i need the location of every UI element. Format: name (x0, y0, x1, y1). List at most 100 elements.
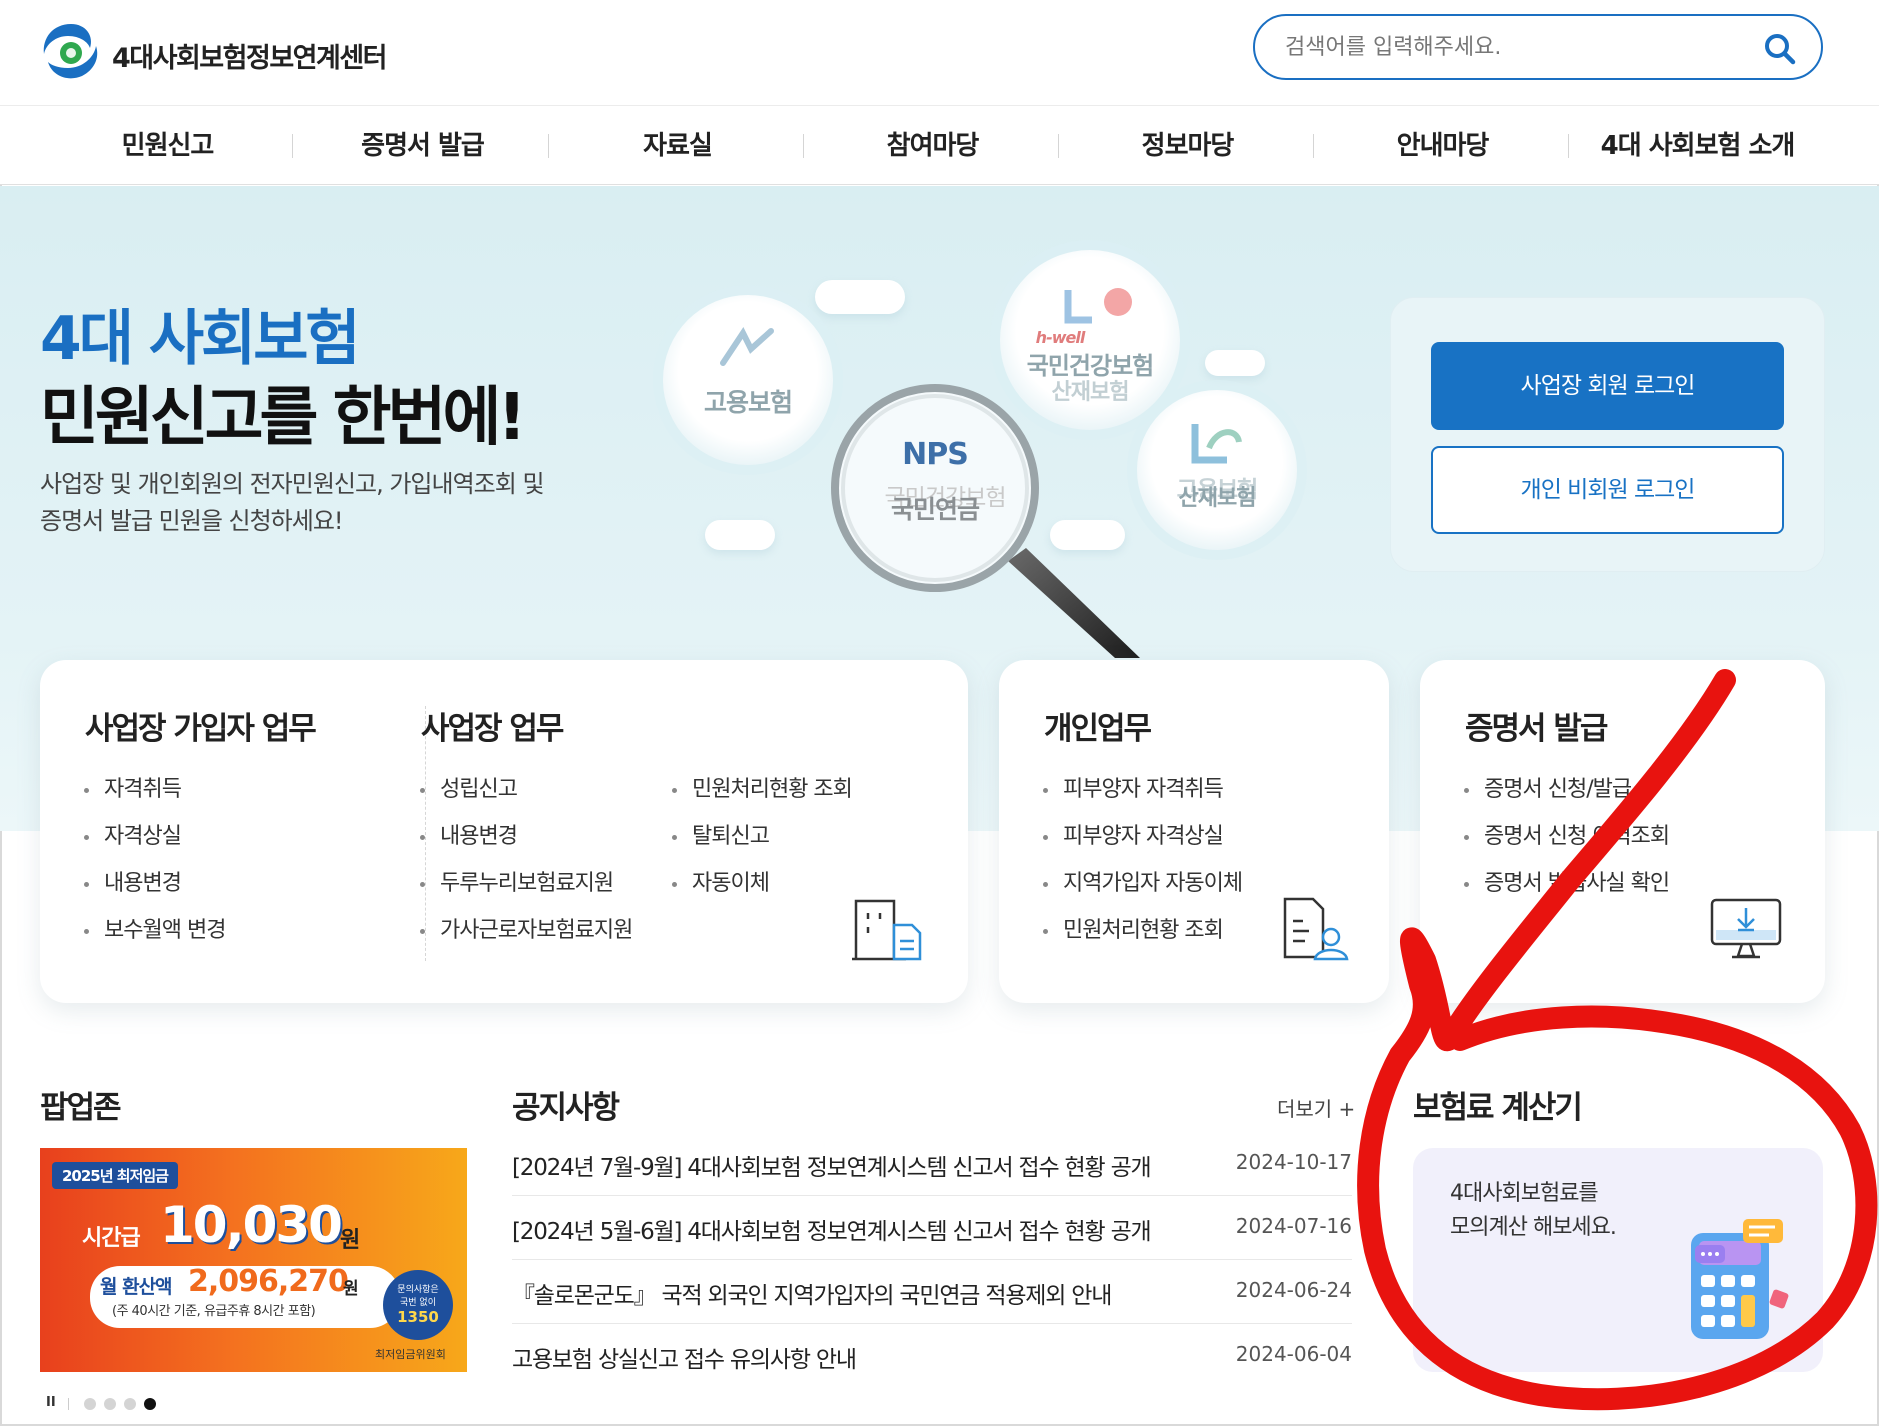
certificate-task-list: 증명서 신청/발급 증명서 신청 이력조회 증명서 발급사실 확인 (1462, 766, 1670, 907)
health-brand-label: h-well (1035, 328, 1086, 347)
business-member-login-button[interactable]: 사업장 회원 로그인 (1431, 342, 1784, 430)
notice-item[interactable]: [2024년 7월-9월] 4대사회보험 정보연계시스템 신고서 접수 현황 공… (512, 1132, 1352, 1196)
banner-year-badge: 2025년 최저임금 (52, 1162, 178, 1189)
business-member-task-list: 자격취득 자격상실 내용변경 보수월액 변경 (82, 766, 226, 954)
banner-hourly-unit: 원 (340, 1228, 361, 1253)
nps-logo-text: NPS (902, 437, 969, 472)
task-link-dependent-acquire[interactable]: 피부양자 자격취득 (1041, 766, 1242, 813)
hero-title-line2: 민원신고를 한번에! (40, 381, 527, 455)
notice-item-title[interactable]: [2024년 5월-6월] 4대사회보험 정보연계시스템 신고서 접수 현황 공… (512, 1212, 1152, 1246)
slide-dot-4-active[interactable] (144, 1398, 156, 1410)
search-input[interactable] (1285, 30, 1745, 64)
popup-banner-minimum-wage[interactable]: 2025년 최저임금 시간급 10,030 원 월 환산액 2,096,270 … (40, 1148, 467, 1372)
national-pension-label: 국민연금 (890, 495, 980, 524)
employment-insurance-logo-icon (720, 327, 774, 366)
notice-item[interactable]: 『솔로몬군도』 국적 외국인 지역가입자의 국민연금 적용제외 안내 2024-… (512, 1260, 1352, 1324)
business-task-list-left: 성립신고 내용변경 두루누리보험료지원 가사근로자보험료지원 (418, 766, 633, 954)
calculator-icon (1691, 1219, 1789, 1339)
notice-item-date: 2024-10-17 (1235, 1150, 1352, 1174)
task-link-establishment-report[interactable]: 성립신고 (418, 766, 632, 813)
notice-item[interactable]: 고용보험 상실신고 접수 유의사항 안내 2024-06-04 (512, 1324, 1352, 1388)
notice-item-date: 2024-07-16 (1235, 1214, 1352, 1238)
banner-monthly-unit: 원 (343, 1279, 359, 1299)
banner-monthly-label: 월 환산액 (100, 1276, 173, 1298)
employment-insurance-bubble: 고용보험 (663, 295, 833, 465)
task-link-domestic-worker-support[interactable]: 가사근로자보험료지원 (418, 907, 633, 954)
task-link-auto-transfer[interactable]: 자동이체 (670, 860, 852, 907)
cloud-decoration (1205, 350, 1265, 376)
task-link-acquire-qualification[interactable]: 자격취득 (82, 766, 225, 813)
notice-item-title[interactable]: 고용보험 상실신고 접수 유의사항 안내 (512, 1340, 857, 1374)
industrial-insurance-logo-icon (1191, 424, 1242, 464)
personal-nonmember-login-button[interactable]: 개인 비회원 로그인 (1431, 446, 1784, 534)
banner-contact-line1: 문의사항은 (397, 1285, 439, 1295)
site-logo-icon[interactable] (38, 18, 104, 84)
popup-pause-button[interactable]: II (46, 1395, 56, 1410)
notice-more-link[interactable]: 더보기 + (1277, 1093, 1355, 1122)
task-link-business-change[interactable]: 내용변경 (418, 813, 632, 860)
notice-item-date: 2024-06-24 (1235, 1278, 1352, 1302)
task-link-change-details[interactable]: 내용변경 (82, 860, 225, 907)
popup-zone-title: 팝업존 (40, 1090, 122, 1126)
nav-divider (1313, 134, 1314, 158)
task-link-certificate-issue[interactable]: 증명서 신청/발급 (1462, 766, 1669, 813)
nav-item-about[interactable]: 4대 사회보험 소개 (1590, 106, 1805, 186)
task-link-certificate-history[interactable]: 증명서 신청 이력조회 (1462, 813, 1670, 860)
main-navigation: 민원신고 증명서 발급 자료실 참여마당 정보마당 안내마당 4대 사회보험 소… (0, 105, 1879, 185)
notice-item-title[interactable]: [2024년 7월-9월] 4대사회보험 정보연계시스템 신고서 접수 현황 공… (512, 1148, 1152, 1182)
calculator-desc-line2: 모의계산 해보세요. (1450, 1215, 1617, 1240)
task-link-regional-auto-transfer[interactable]: 지역가입자 자동이체 (1041, 860, 1243, 907)
banner-hourly-label: 시간급 (82, 1226, 141, 1251)
industrial-insurance-bubble: 고용보험 산재보험 (1137, 390, 1297, 550)
nav-divider (803, 134, 804, 158)
task-link-dependent-lose[interactable]: 피부양자 자격상실 (1041, 813, 1242, 860)
slide-dot-1[interactable] (84, 1398, 96, 1410)
notice-section-title: 공지사항 (512, 1090, 620, 1126)
slide-dot-2[interactable] (104, 1398, 116, 1410)
task-link-withdrawal-report[interactable]: 탈퇴신고 (670, 813, 852, 860)
certificate-services-card: 증명서 발급 증명서 신청/발급 증명서 신청 이력조회 증명서 발급사실 확인 (1420, 660, 1825, 1003)
nav-item-complaint-report[interactable]: 민원신고 (80, 106, 255, 186)
business-member-tasks-title: 사업장 가입자 업무 (85, 711, 317, 747)
health-insurance-logo-icon (1064, 288, 1132, 324)
task-link-personal-complaint-status[interactable]: 민원처리현황 조회 (1041, 907, 1242, 954)
personal-task-list: 피부양자 자격취득 피부양자 자격상실 지역가입자 자동이체 민원처리현황 조회 (1041, 766, 1243, 954)
calculator-description: 4대사회보험료를 모의계산 해보세요. (1450, 1177, 1700, 1245)
nav-item-guide[interactable]: 안내마당 (1360, 106, 1525, 186)
nav-divider (548, 134, 549, 158)
cloud-decoration (705, 520, 775, 550)
industrial-insurance-label: 산재보험 (1178, 486, 1257, 511)
document-person-icon (1283, 897, 1349, 961)
task-link-lose-qualification[interactable]: 자격상실 (82, 813, 225, 860)
calculator-desc-line1: 4대사회보험료를 (1450, 1181, 1599, 1206)
nav-divider (1058, 134, 1059, 158)
hero-title-line1: 4대 사회보험 (40, 304, 361, 374)
business-services-card: 사업장 가입자 업무 자격취득 자격상실 내용변경 보수월액 변경 사업장 업무… (40, 660, 968, 1003)
banner-contact-number: 1350 (397, 1308, 439, 1326)
certificate-tasks-title: 증명서 발급 (1465, 711, 1608, 747)
slide-dot-3[interactable] (124, 1398, 136, 1410)
banner-contact-badge: 문의사항은 국번 없이 1350 (383, 1270, 453, 1340)
calculator-section-title: 보험료 계산기 (1413, 1090, 1583, 1126)
cloud-decoration (815, 280, 905, 314)
hero-desc-line2: 증명서 발급 민원을 신청하세요! (40, 507, 344, 535)
nav-item-information[interactable]: 정보마당 (1105, 106, 1270, 186)
banner-monthly-note: (주 40시간 기준, 유급주휴 8시간 포함) (112, 1304, 316, 1319)
personal-tasks-title: 개인업무 (1044, 711, 1152, 747)
nav-item-certificate[interactable]: 증명서 발급 (330, 106, 515, 186)
task-link-certificate-verify[interactable]: 증명서 발급사실 확인 (1462, 860, 1670, 907)
notice-item-title[interactable]: 『솔로몬군도』 국적 외국인 지역가입자의 국민연금 적용제외 안내 (512, 1276, 1112, 1310)
nav-item-library[interactable]: 자료실 (600, 106, 755, 186)
task-link-complaint-status[interactable]: 민원처리현황 조회 (670, 766, 853, 813)
business-tasks-title: 사업장 업무 (421, 711, 564, 747)
task-link-durunuri-support[interactable]: 두루누리보험료지원 (418, 860, 632, 907)
nav-item-participation[interactable]: 참여마당 (850, 106, 1015, 186)
monitor-download-icon (1710, 898, 1782, 959)
site-title[interactable]: 4대사회보험정보연계센터 (112, 36, 388, 75)
banner-contact-line2: 국번 없이 (400, 1298, 436, 1308)
hero-description: 사업장 및 개인회원의 전자민원신고, 가입내역조회 및 증명서 발급 민원을 … (40, 466, 600, 540)
task-link-change-monthly-pay[interactable]: 보수월액 변경 (82, 907, 226, 954)
search-icon[interactable] (1763, 32, 1797, 66)
notice-item[interactable]: [2024년 5월-6월] 4대사회보험 정보연계시스템 신고서 접수 현황 공… (512, 1196, 1352, 1260)
building-document-icon (852, 899, 922, 961)
